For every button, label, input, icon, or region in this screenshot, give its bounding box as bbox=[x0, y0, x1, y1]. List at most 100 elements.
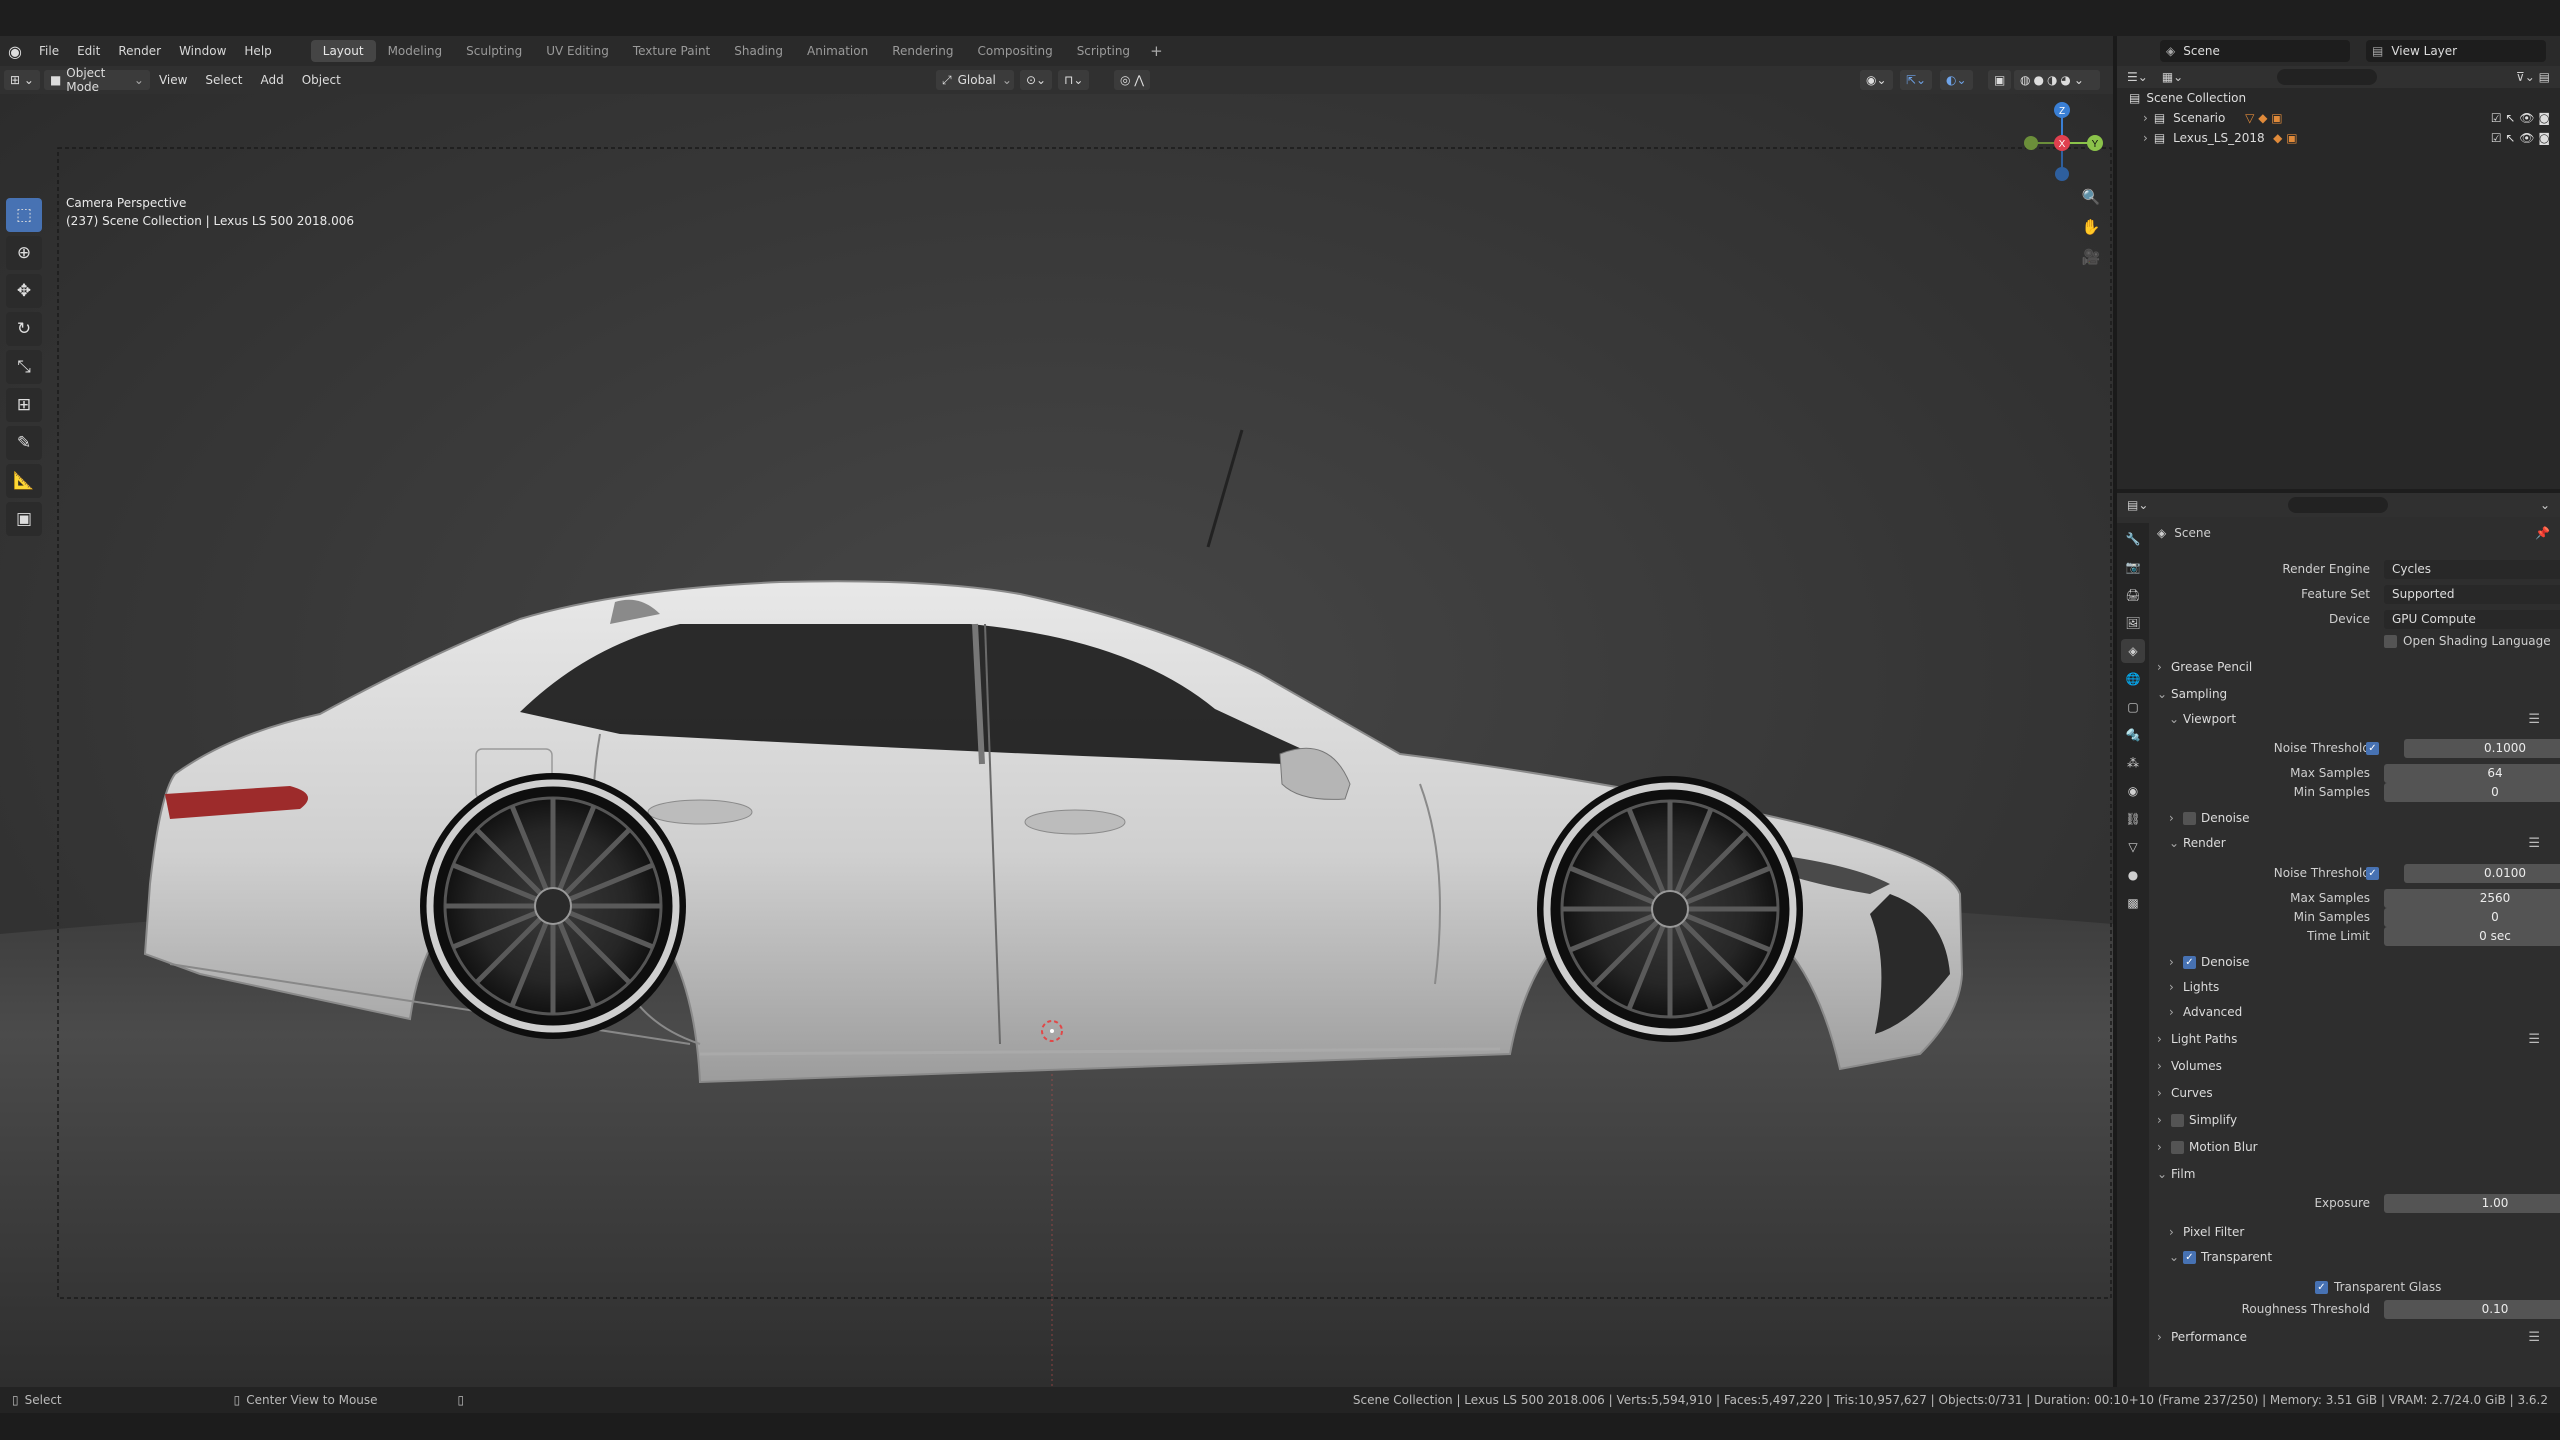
r-time-field[interactable]: 0 sec bbox=[2384, 926, 2560, 946]
r-denoise-subsection[interactable]: › ✓ Denoise bbox=[2149, 952, 2560, 972]
list-icon[interactable]: ☰ bbox=[2528, 1330, 2540, 1345]
menu-object[interactable]: Object bbox=[293, 73, 350, 87]
film-section[interactable]: ⌄ Film bbox=[2149, 1164, 2560, 1184]
front-wheel[interactable] bbox=[1537, 776, 1803, 1042]
transform-tool-icon[interactable]: ⊞ bbox=[6, 388, 42, 422]
display-mode-icon[interactable]: ▦⌄ bbox=[2162, 70, 2183, 84]
modifier-tab-icon[interactable]: 🔩 bbox=[2121, 723, 2145, 747]
tool-tab-icon[interactable]: 🔧 bbox=[2121, 527, 2145, 551]
vp-min-field[interactable]: 0 bbox=[2384, 782, 2560, 802]
physics-tab-icon[interactable]: ◉ bbox=[2121, 779, 2145, 803]
osl-checkbox[interactable] bbox=[2384, 634, 2402, 648]
advanced-subsection[interactable]: › Advanced bbox=[2149, 1002, 2560, 1022]
outliner-item-scenario[interactable]: › ▤ Scenario ▽ ◆ ▣ ☑ ↖ 👁 ◙ bbox=[2117, 108, 2560, 128]
device-dropdown[interactable]: GPU Compute bbox=[2384, 609, 2560, 629]
menu-add[interactable]: Add bbox=[251, 73, 292, 87]
editor-type-button[interactable]: ⊞ ⌄ bbox=[4, 70, 40, 90]
list-icon[interactable]: ☰ bbox=[2528, 1032, 2540, 1047]
tab-animation[interactable]: Animation bbox=[795, 40, 880, 62]
view-layer-tab-icon[interactable]: 🖼 bbox=[2121, 611, 2145, 635]
output-tab-icon[interactable]: 🖨 bbox=[2121, 583, 2145, 607]
material-tab-icon[interactable]: ● bbox=[2121, 863, 2145, 887]
list-icon[interactable]: ☰ bbox=[2528, 836, 2540, 851]
menu-help[interactable]: Help bbox=[235, 44, 280, 58]
render-tab-icon[interactable]: 📷 bbox=[2121, 555, 2145, 579]
vp-max-field[interactable]: 64 bbox=[2384, 763, 2560, 783]
shading-mode-buttons[interactable]: ◍●◑◕⌄ bbox=[2014, 70, 2100, 90]
vp-noise-field[interactable]: 0.1000 bbox=[2404, 738, 2560, 758]
exposure-field[interactable]: 1.00 bbox=[2384, 1193, 2560, 1213]
scene-tab-icon[interactable]: ◈ bbox=[2121, 639, 2145, 663]
proportional-edit-icon[interactable]: ◎ ⋀ bbox=[1114, 70, 1151, 90]
expand-icon[interactable]: › bbox=[2143, 131, 2148, 145]
cursor-tool-icon[interactable]: ⊕ bbox=[6, 236, 42, 270]
transform-orientation-selector[interactable]: ⤢ Global ⌄ bbox=[936, 70, 1014, 90]
render-engine-dropdown[interactable]: Cycles bbox=[2384, 559, 2560, 579]
texture-tab-icon[interactable]: ▩ bbox=[2121, 891, 2145, 915]
menu-edit[interactable]: Edit bbox=[68, 44, 109, 58]
visibility-icon[interactable]: ◉⌄ bbox=[1860, 70, 1893, 90]
particles-tab-icon[interactable]: ⁂ bbox=[2121, 751, 2145, 775]
mode-selector[interactable]: ■ Object Mode ⌄ bbox=[43, 66, 150, 94]
menu-window[interactable]: Window bbox=[170, 44, 235, 58]
scale-tool-icon[interactable]: ⤡ bbox=[6, 350, 42, 384]
pin-icon[interactable]: 📌 bbox=[2535, 526, 2550, 540]
navigation-gizmo[interactable]: Z Y X bbox=[2017, 98, 2107, 188]
r-noise-checkbox[interactable]: ✓ bbox=[2366, 866, 2384, 880]
add-cube-tool-icon[interactable]: ▣ bbox=[6, 502, 42, 536]
outliner-scene-collection[interactable]: ▤ Scene Collection bbox=[2117, 88, 2560, 108]
tab-rendering[interactable]: Rendering bbox=[880, 40, 965, 62]
properties-editor-icon[interactable]: ▤⌄ bbox=[2127, 498, 2148, 512]
camera-view-icon[interactable]: 🎥 bbox=[2076, 242, 2106, 272]
sampling-section[interactable]: ⌄ Sampling bbox=[2149, 684, 2560, 704]
menu-view[interactable]: View bbox=[150, 73, 196, 87]
tab-texture-paint[interactable]: Texture Paint bbox=[621, 40, 722, 62]
transparent-glass-checkbox[interactable]: ✓ bbox=[2315, 1280, 2333, 1294]
lights-subsection[interactable]: › Lights bbox=[2149, 977, 2560, 997]
scene-selector[interactable]: ◈ Scene bbox=[2160, 40, 2350, 62]
grease-pencil-section[interactable]: › Grease Pencil bbox=[2149, 657, 2560, 677]
outliner-editor-icon[interactable]: ☰⌄ bbox=[2127, 70, 2148, 84]
motion-blur-section[interactable]: › Motion Blur bbox=[2149, 1137, 2560, 1157]
object-tab-icon[interactable]: ▢ bbox=[2121, 695, 2145, 719]
outliner-item-lexus[interactable]: › ▤ Lexus_LS_2018 ◆ ▣ ☑ ↖ 👁 ◙ bbox=[2117, 128, 2560, 148]
world-tab-icon[interactable]: 🌐 bbox=[2121, 667, 2145, 691]
data-tab-icon[interactable]: ▽ bbox=[2121, 835, 2145, 859]
measure-tool-icon[interactable]: 📐 bbox=[6, 464, 42, 498]
move-tool-icon[interactable]: ✥ bbox=[6, 274, 42, 308]
annotate-tool-icon[interactable]: ✎ bbox=[6, 426, 42, 460]
menu-render[interactable]: Render bbox=[109, 44, 170, 58]
xray-icon[interactable]: ▣ bbox=[1988, 70, 2012, 90]
snap-icon[interactable]: ⊓⌄ bbox=[1058, 70, 1090, 90]
filter-icon[interactable]: ⊽⌄ ▤ bbox=[2516, 70, 2550, 84]
tab-scripting[interactable]: Scripting bbox=[1065, 40, 1142, 62]
light-paths-section[interactable]: › Light Paths ☰ bbox=[2149, 1029, 2560, 1049]
render-subsection[interactable]: ⌄ Render ☰ bbox=[2149, 833, 2560, 853]
expand-icon[interactable]: › bbox=[2143, 111, 2148, 125]
tab-uv-editing[interactable]: UV Editing bbox=[534, 40, 621, 62]
menu-file[interactable]: File bbox=[30, 44, 68, 58]
outliner-search-input[interactable] bbox=[2277, 69, 2378, 85]
curves-section[interactable]: › Curves bbox=[2149, 1083, 2560, 1103]
roughness-field[interactable]: 0.10 bbox=[2384, 1299, 2560, 1319]
viewport-subsection[interactable]: ⌄ Viewport ☰ bbox=[2149, 709, 2560, 729]
transparent-subsection[interactable]: ⌄ ✓ Transparent bbox=[2149, 1247, 2560, 1267]
pivot-point-icon[interactable]: ⊙⌄ bbox=[1020, 70, 1053, 90]
gizmo-toggle-icon[interactable]: ⇱⌄ bbox=[1900, 70, 1933, 90]
pan-hand-icon[interactable]: ✋ bbox=[2076, 212, 2106, 242]
vp-denoise-subsection[interactable]: › Denoise bbox=[2149, 808, 2560, 828]
menu-select[interactable]: Select bbox=[196, 73, 251, 87]
volumes-section[interactable]: › Volumes bbox=[2149, 1056, 2560, 1076]
tab-layout[interactable]: Layout bbox=[310, 40, 376, 62]
list-icon[interactable]: ☰ bbox=[2528, 712, 2540, 727]
simplify-section[interactable]: › Simplify bbox=[2149, 1110, 2560, 1130]
constraints-tab-icon[interactable]: ⛓ bbox=[2121, 807, 2145, 831]
vp-noise-checkbox[interactable]: ✓ bbox=[2366, 741, 2384, 755]
tab-modeling[interactable]: Modeling bbox=[376, 40, 455, 62]
visibility-toggles[interactable]: ☑ ↖ 👁 ◙ bbox=[2491, 131, 2550, 145]
view-layer-selector[interactable]: ▤ View Layer bbox=[2366, 40, 2546, 62]
r-max-field[interactable]: 2560 bbox=[2384, 888, 2560, 908]
performance-section[interactable]: › Performance ☰ bbox=[2149, 1327, 2560, 1347]
rotate-tool-icon[interactable]: ↻ bbox=[6, 312, 42, 346]
rear-wheel[interactable] bbox=[420, 773, 686, 1039]
